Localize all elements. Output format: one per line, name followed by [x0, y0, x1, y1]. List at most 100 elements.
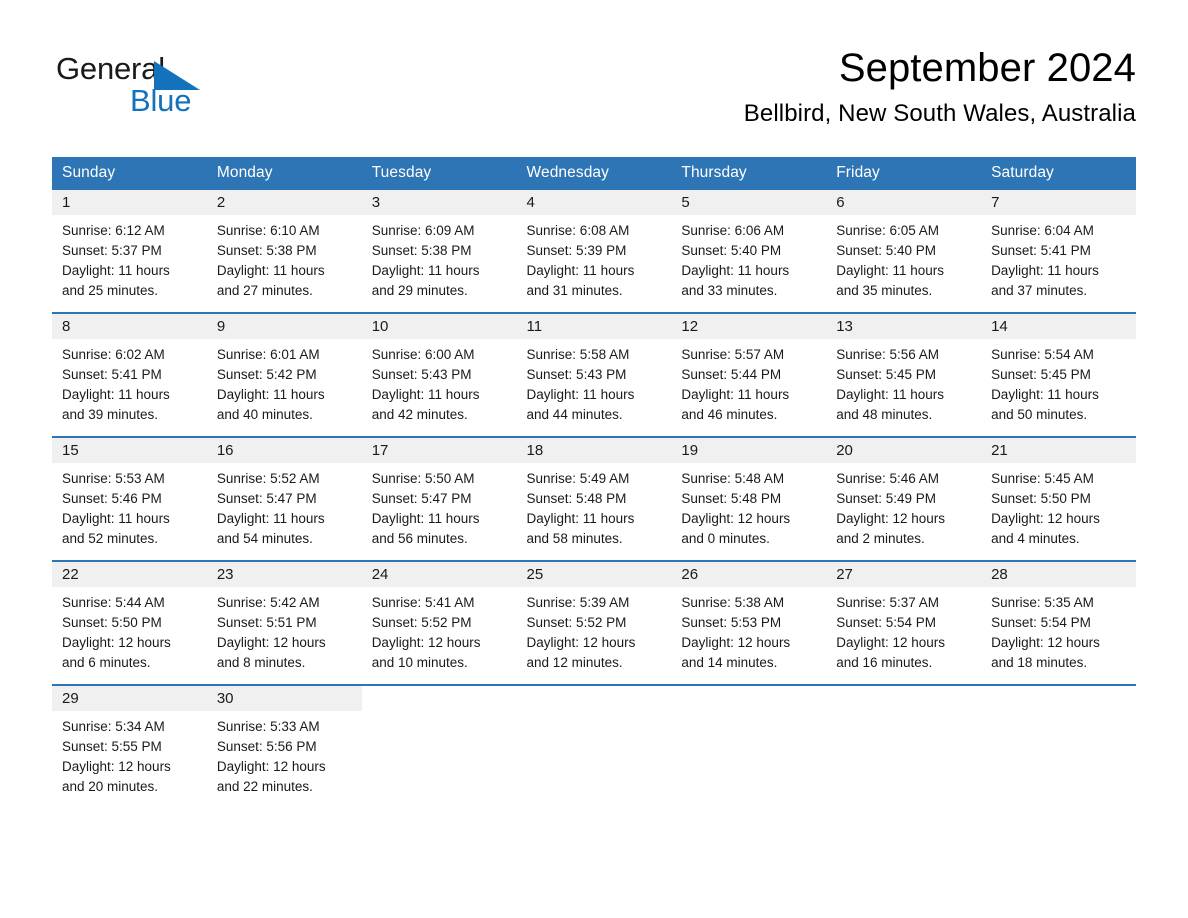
- day-details: Sunrise: 5:41 AM Sunset: 5:52 PM Dayligh…: [362, 587, 517, 673]
- day-number-strip: 27: [826, 562, 982, 587]
- calendar-week-row: 8 Sunrise: 6:02 AM Sunset: 5:41 PM Dayli…: [52, 312, 1136, 437]
- day-cell[interactable]: 21 Sunrise: 5:45 AM Sunset: 5:50 PM Dayl…: [981, 436, 1136, 561]
- day-details: Sunrise: 5:48 AM Sunset: 5:48 PM Dayligh…: [671, 463, 826, 549]
- day-cell[interactable]: 11 Sunrise: 5:58 AM Sunset: 5:43 PM Dayl…: [516, 312, 672, 437]
- day-cell[interactable]: 19 Sunrise: 5:48 AM Sunset: 5:48 PM Dayl…: [671, 436, 827, 561]
- day-number: 30: [216, 690, 234, 707]
- day-number-strip: 16: [206, 438, 362, 463]
- day-number-strip: 26: [671, 562, 827, 587]
- daylight-text-line1: Daylight: 11 hours: [216, 387, 325, 402]
- sunrise-text: Sunrise: 6:10 AM: [216, 223, 320, 238]
- daylight-text-line1: Daylight: 11 hours: [681, 263, 790, 278]
- day-details: Sunrise: 5:44 AM Sunset: 5:50 PM Dayligh…: [52, 587, 207, 673]
- day-cell[interactable]: 23 Sunrise: 5:42 AM Sunset: 5:51 PM Dayl…: [206, 560, 362, 685]
- weekday-header-sunday: Sunday: [52, 157, 207, 190]
- sunrise-text: Sunrise: 6:12 AM: [62, 223, 165, 238]
- calendar-body: 1 Sunrise: 6:12 AM Sunset: 5:37 PM Dayli…: [52, 190, 1136, 808]
- day-cell[interactable]: 17 Sunrise: 5:50 AM Sunset: 5:47 PM Dayl…: [361, 436, 517, 561]
- day-cell[interactable]: 12 Sunrise: 5:57 AM Sunset: 5:44 PM Dayl…: [671, 312, 827, 437]
- day-details: Sunrise: 5:38 AM Sunset: 5:53 PM Dayligh…: [671, 587, 826, 673]
- day-number: 28: [991, 566, 1008, 583]
- day-cell[interactable]: 27 Sunrise: 5:37 AM Sunset: 5:54 PM Dayl…: [826, 560, 982, 685]
- sunset-text: Sunset: 5:42 PM: [216, 367, 317, 382]
- day-number-strip: 19: [671, 438, 827, 463]
- day-details: Sunrise: 5:52 AM Sunset: 5:47 PM Dayligh…: [207, 463, 362, 549]
- day-cell[interactable]: 9 Sunrise: 6:01 AM Sunset: 5:42 PM Dayli…: [206, 312, 362, 437]
- daylight-text-line2: and 31 minutes.: [526, 283, 623, 298]
- day-cell[interactable]: 8 Sunrise: 6:02 AM Sunset: 5:41 PM Dayli…: [52, 312, 207, 437]
- day-cell[interactable]: 28 Sunrise: 5:35 AM Sunset: 5:54 PM Dayl…: [981, 560, 1136, 685]
- daylight-text-line2: and 37 minutes.: [991, 283, 1088, 298]
- day-number: 1: [62, 194, 71, 211]
- day-number: 24: [371, 566, 389, 583]
- weekday-header-tuesday: Tuesday: [361, 157, 517, 190]
- day-cell[interactable]: 3 Sunrise: 6:09 AM Sunset: 5:38 PM Dayli…: [361, 190, 517, 313]
- title-block: September 2024 Bellbird, New South Wales…: [416, 44, 1136, 130]
- sunset-text: Sunset: 5:50 PM: [62, 615, 162, 630]
- daylight-text-line1: Daylight: 11 hours: [836, 387, 945, 402]
- day-cell[interactable]: 4 Sunrise: 6:08 AM Sunset: 5:39 PM Dayli…: [516, 190, 672, 313]
- day-cell[interactable]: 22 Sunrise: 5:44 AM Sunset: 5:50 PM Dayl…: [52, 560, 207, 685]
- logo-text-general: General: [56, 51, 165, 86]
- day-cell[interactable]: 26 Sunrise: 5:38 AM Sunset: 5:53 PM Dayl…: [671, 560, 827, 685]
- daylight-text-line1: Daylight: 12 hours: [216, 759, 326, 774]
- daylight-text-line2: and 6 minutes.: [62, 655, 151, 670]
- sunrise-text: Sunrise: 5:38 AM: [681, 595, 785, 610]
- day-cell[interactable]: 13 Sunrise: 5:56 AM Sunset: 5:45 PM Dayl…: [826, 312, 982, 437]
- sunset-text: Sunset: 5:45 PM: [991, 367, 1091, 382]
- day-cell[interactable]: 5 Sunrise: 6:06 AM Sunset: 5:40 PM Dayli…: [671, 190, 827, 313]
- day-cell[interactable]: 29 Sunrise: 5:34 AM Sunset: 5:55 PM Dayl…: [52, 684, 207, 808]
- day-cell[interactable]: 14 Sunrise: 5:54 AM Sunset: 5:45 PM Dayl…: [981, 312, 1136, 437]
- daylight-text-line1: Daylight: 11 hours: [681, 387, 790, 402]
- day-details: Sunrise: 6:10 AM Sunset: 5:38 PM Dayligh…: [207, 215, 362, 301]
- day-cell[interactable]: 10 Sunrise: 6:00 AM Sunset: 5:43 PM Dayl…: [361, 312, 517, 437]
- day-cell[interactable]: 25 Sunrise: 5:39 AM Sunset: 5:52 PM Dayl…: [516, 560, 672, 685]
- day-cell[interactable]: 20 Sunrise: 5:46 AM Sunset: 5:49 PM Dayl…: [826, 436, 982, 561]
- generalblue-logo[interactable]: General Blue: [56, 52, 276, 126]
- day-details: Sunrise: 5:35 AM Sunset: 5:54 PM Dayligh…: [981, 587, 1136, 673]
- sunset-text: Sunset: 5:37 PM: [62, 243, 162, 258]
- daylight-text-line1: Daylight: 11 hours: [216, 263, 325, 278]
- daylight-text-line2: and 4 minutes.: [991, 531, 1080, 546]
- day-cell[interactable]: 24 Sunrise: 5:41 AM Sunset: 5:52 PM Dayl…: [361, 560, 517, 685]
- daylight-text-line1: Daylight: 11 hours: [526, 387, 635, 402]
- day-number-strip: 24: [361, 562, 517, 587]
- day-details: Sunrise: 5:54 AM Sunset: 5:45 PM Dayligh…: [981, 339, 1136, 425]
- daylight-text-line2: and 33 minutes.: [681, 283, 778, 298]
- sunset-text: Sunset: 5:48 PM: [526, 491, 627, 506]
- day-details: Sunrise: 5:42 AM Sunset: 5:51 PM Dayligh…: [207, 587, 362, 673]
- day-details: Sunrise: 5:46 AM Sunset: 5:49 PM Dayligh…: [826, 463, 981, 549]
- daylight-text-line1: Daylight: 11 hours: [371, 263, 480, 278]
- day-cell[interactable]: 30 Sunrise: 5:33 AM Sunset: 5:56 PM Dayl…: [206, 684, 362, 808]
- day-cell-empty: [826, 684, 982, 808]
- sunrise-text: Sunrise: 5:52 AM: [216, 471, 320, 486]
- day-cell[interactable]: 1 Sunrise: 6:12 AM Sunset: 5:37 PM Dayli…: [52, 190, 207, 313]
- day-cell[interactable]: 18 Sunrise: 5:49 AM Sunset: 5:48 PM Dayl…: [516, 436, 672, 561]
- sunrise-text: Sunrise: 5:56 AM: [836, 347, 940, 362]
- day-details: Sunrise: 5:53 AM Sunset: 5:46 PM Dayligh…: [52, 463, 207, 549]
- day-cell[interactable]: 2 Sunrise: 6:10 AM Sunset: 5:38 PM Dayli…: [206, 190, 362, 313]
- day-cell[interactable]: 16 Sunrise: 5:52 AM Sunset: 5:47 PM Dayl…: [206, 436, 362, 561]
- day-details: Sunrise: 6:04 AM Sunset: 5:41 PM Dayligh…: [981, 215, 1136, 301]
- day-cell-empty: [671, 684, 827, 808]
- day-number-strip: 28: [981, 562, 1136, 587]
- sunset-text: Sunset: 5:46 PM: [62, 491, 162, 506]
- daylight-text-line1: Daylight: 12 hours: [836, 635, 946, 650]
- day-cell[interactable]: 15 Sunrise: 5:53 AM Sunset: 5:46 PM Dayl…: [52, 436, 207, 561]
- day-cell[interactable]: 7 Sunrise: 6:04 AM Sunset: 5:41 PM Dayli…: [981, 190, 1136, 313]
- day-number: 23: [216, 566, 234, 583]
- daylight-text-line1: Daylight: 11 hours: [62, 511, 170, 526]
- daylight-text-line2: and 50 minutes.: [991, 407, 1088, 422]
- day-details: Sunrise: 6:08 AM Sunset: 5:39 PM Dayligh…: [517, 215, 672, 301]
- calendar-week-row: 1 Sunrise: 6:12 AM Sunset: 5:37 PM Dayli…: [52, 190, 1136, 313]
- day-number: 4: [526, 194, 535, 211]
- day-cell[interactable]: 6 Sunrise: 6:05 AM Sunset: 5:40 PM Dayli…: [826, 190, 982, 313]
- day-number-strip: 29: [52, 686, 207, 711]
- daylight-text-line2: and 58 minutes.: [526, 531, 623, 546]
- day-number: 25: [526, 566, 544, 583]
- day-number: 21: [991, 442, 1008, 459]
- sunset-text: Sunset: 5:47 PM: [371, 491, 472, 506]
- day-number-strip: 14: [981, 314, 1136, 339]
- daylight-text-line1: Daylight: 12 hours: [681, 511, 791, 526]
- sunrise-text: Sunrise: 6:08 AM: [526, 223, 630, 238]
